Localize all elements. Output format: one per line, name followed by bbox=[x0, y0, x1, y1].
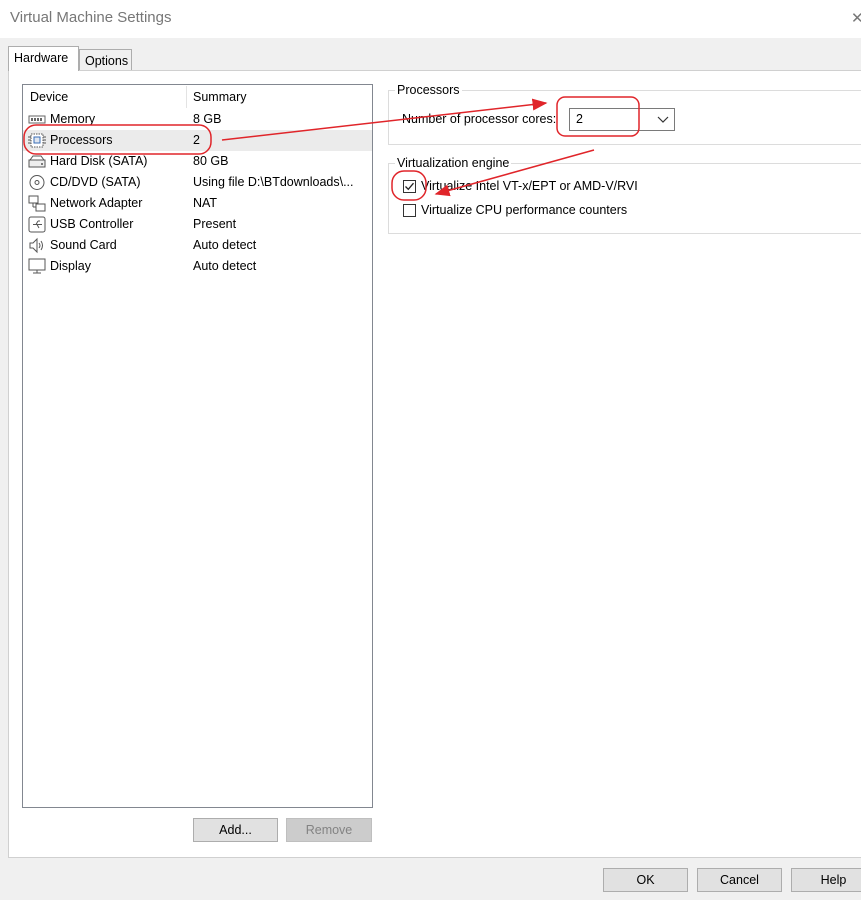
device-summary: NAT bbox=[193, 196, 218, 210]
device-list[interactable]: Device Summary Memory 8 GB Processors 2 … bbox=[22, 84, 373, 808]
usb-icon bbox=[28, 216, 46, 233]
device-name: CD/DVD (SATA) bbox=[50, 175, 141, 189]
column-header-summary[interactable]: Summary bbox=[193, 90, 246, 104]
device-name: Display bbox=[50, 259, 91, 273]
virtualization-engine-group: Virtualization engine bbox=[388, 156, 861, 234]
device-summary: 2 bbox=[193, 133, 200, 147]
processor-cores-value: 2 bbox=[576, 112, 583, 126]
column-divider[interactable] bbox=[186, 86, 187, 108]
device-row-processors[interactable]: Processors 2 bbox=[23, 130, 372, 151]
cd-dvd-icon bbox=[29, 175, 45, 190]
checkmark-icon bbox=[405, 182, 414, 191]
device-row-display[interactable]: Display Auto detect bbox=[23, 256, 372, 277]
device-row-usb-controller[interactable]: USB Controller Present bbox=[23, 214, 372, 235]
virtualize-vtx-checkbox[interactable] bbox=[403, 180, 416, 193]
device-row-hard-disk[interactable]: Hard Disk (SATA) 80 GB bbox=[23, 151, 372, 172]
virtualize-perf-counters-label[interactable]: Virtualize CPU performance counters bbox=[421, 203, 627, 217]
virtualization-group-title: Virtualization engine bbox=[395, 156, 512, 170]
device-summary: Present bbox=[193, 217, 237, 231]
network-adapter-icon bbox=[28, 195, 46, 212]
virtualize-vtx-label[interactable]: Virtualize Intel VT-x/EPT or AMD-V/RVI bbox=[421, 179, 638, 193]
monitor-icon bbox=[28, 258, 46, 274]
device-row-sound-card[interactable]: Sound Card Auto detect bbox=[23, 235, 372, 256]
add-device-button[interactable]: Add... bbox=[193, 818, 278, 842]
device-row-cd-dvd[interactable]: CD/DVD (SATA) Using file D:\BTdownloads\… bbox=[23, 172, 372, 193]
device-summary: 80 GB bbox=[193, 154, 229, 168]
ok-button[interactable]: OK bbox=[603, 868, 688, 892]
device-name: USB Controller bbox=[50, 217, 134, 231]
close-icon[interactable]: ✕ bbox=[851, 9, 861, 27]
column-header-device[interactable]: Device bbox=[30, 90, 68, 104]
window-title: Virtual Machine Settings bbox=[10, 9, 172, 26]
tab-options[interactable]: Options bbox=[79, 49, 132, 71]
device-summary: Using file D:\BTdownloads\... bbox=[193, 175, 354, 189]
processor-icon bbox=[28, 133, 46, 148]
device-name: Sound Card bbox=[50, 238, 117, 252]
speaker-icon bbox=[29, 237, 43, 254]
device-row-memory[interactable]: Memory 8 GB bbox=[23, 109, 372, 130]
device-name: Hard Disk (SATA) bbox=[50, 154, 148, 168]
hard-disk-icon bbox=[28, 155, 46, 168]
device-row-network-adapter[interactable]: Network Adapter NAT bbox=[23, 193, 372, 214]
device-name: Memory bbox=[50, 112, 96, 126]
cancel-button[interactable]: Cancel bbox=[697, 868, 782, 892]
device-summary: 8 GB bbox=[193, 112, 222, 126]
device-summary: Auto detect bbox=[193, 259, 257, 273]
processor-cores-label: Number of processor cores: bbox=[402, 112, 557, 126]
processors-group-title: Processors bbox=[395, 83, 462, 97]
tab-hardware[interactable]: Hardware bbox=[8, 46, 79, 71]
title-bar: Virtual Machine Settings ✕ bbox=[0, 0, 861, 38]
chevron-down-icon[interactable] bbox=[656, 111, 670, 127]
device-name: Processors bbox=[50, 133, 113, 147]
memory-icon bbox=[28, 115, 46, 124]
processor-cores-dropdown[interactable]: 2 bbox=[569, 108, 675, 131]
device-summary: Auto detect bbox=[193, 238, 257, 252]
remove-device-button[interactable]: Remove bbox=[286, 818, 372, 842]
help-button[interactable]: Help bbox=[791, 868, 861, 892]
device-name: Network Adapter bbox=[50, 196, 143, 210]
device-list-header: Device Summary bbox=[23, 85, 372, 109]
virtualize-perf-counters-checkbox[interactable] bbox=[403, 204, 416, 217]
